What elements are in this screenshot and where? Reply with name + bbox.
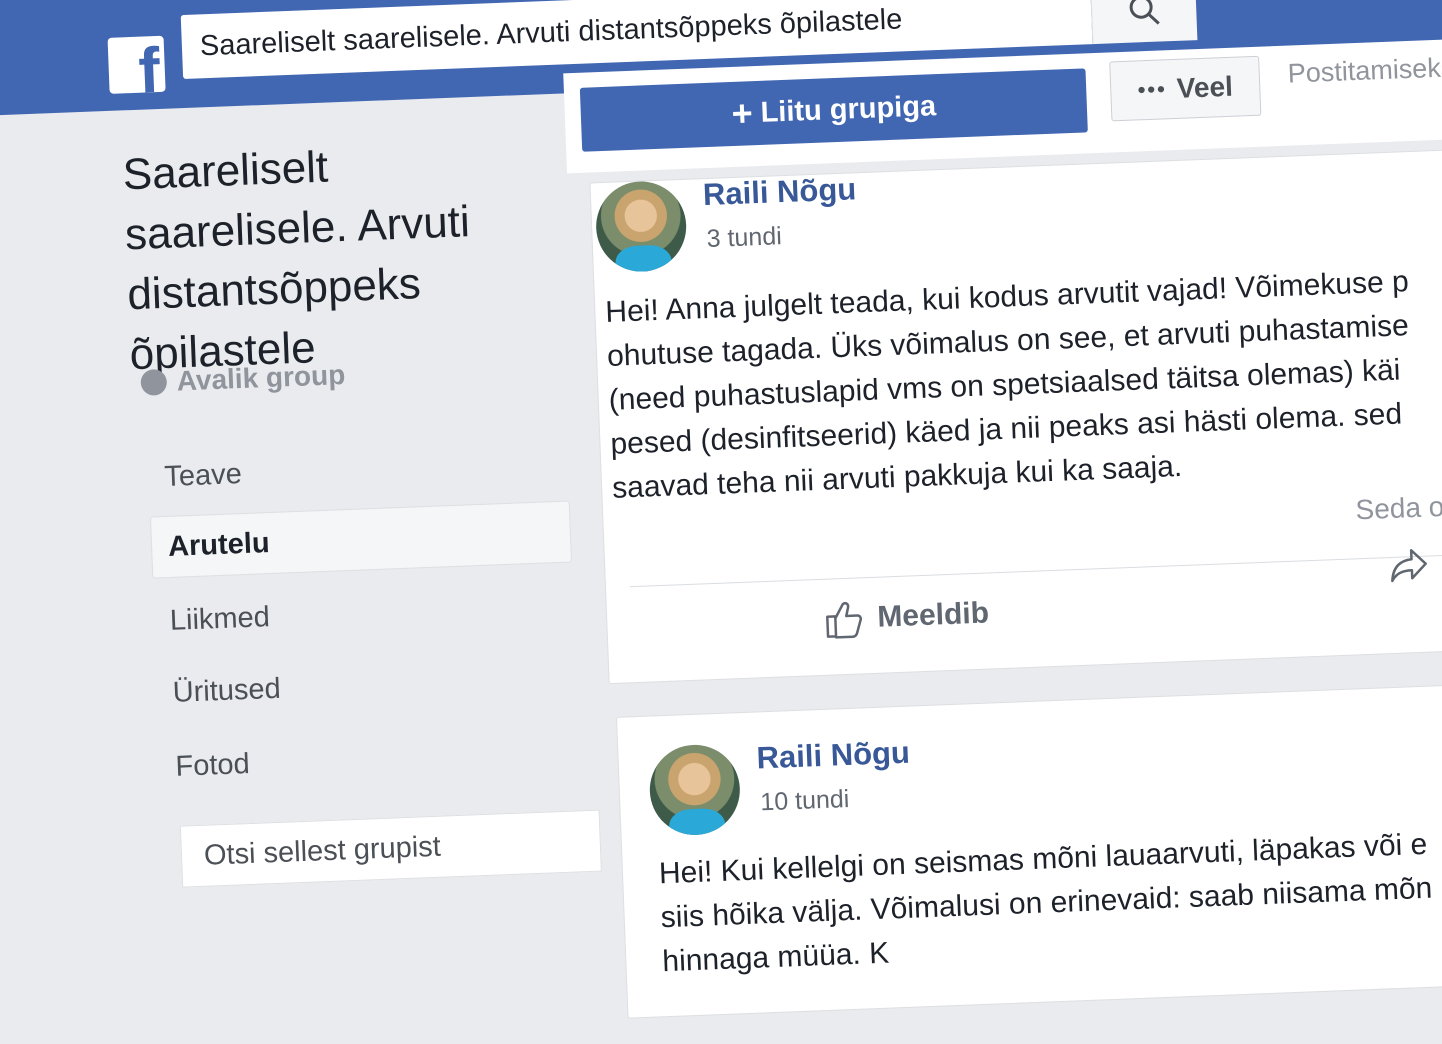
group-search-field[interactable] bbox=[179, 809, 602, 888]
plus-icon: + bbox=[730, 92, 754, 134]
thumbs-up-icon bbox=[826, 601, 863, 639]
sidebar-item-label: Üritused bbox=[172, 672, 282, 709]
feed-post: Raili Nõgu 10 tundi Hei! Kui kellelgi on… bbox=[615, 682, 1442, 1019]
facebook-logo-letter: f bbox=[137, 35, 162, 94]
group-privacy-label: Avalik group bbox=[176, 359, 346, 397]
share-arrow-icon bbox=[1391, 548, 1427, 583]
feed-post: Raili Nõgu 3 tundi Hei! Anna julgelt tea… bbox=[589, 147, 1442, 685]
post-text-line: hinnaga müüa. K bbox=[661, 936, 890, 979]
group-title: Saareliselt saarelisele. Arvuti distants… bbox=[121, 142, 471, 380]
group-search-input[interactable] bbox=[201, 823, 584, 874]
author-avatar[interactable] bbox=[648, 743, 742, 837]
post-divider bbox=[629, 552, 1442, 588]
page: f Saareliselt saarelisele. Arvuti distan… bbox=[0, 0, 1442, 1019]
posting-hint: Postitamiseks bbox=[1287, 52, 1442, 89]
share-button[interactable]: Ja bbox=[1387, 544, 1442, 585]
post-author[interactable]: Raili Nõgu bbox=[756, 735, 911, 777]
group-privacy: Avalik group bbox=[140, 359, 346, 399]
post-author[interactable]: Raili Nõgu bbox=[702, 171, 857, 213]
sidebar-item-label: Teave bbox=[163, 457, 243, 493]
globe-icon bbox=[140, 368, 168, 396]
like-button[interactable]: Meeldib bbox=[823, 593, 990, 641]
sidebar-item-label: Liikmed bbox=[169, 600, 271, 637]
sidebar-item-label: Arutelu bbox=[167, 526, 271, 563]
search-icon bbox=[1129, 0, 1160, 25]
sidebar-item-uritused[interactable]: Üritused bbox=[156, 646, 578, 724]
author-avatar[interactable] bbox=[594, 179, 688, 274]
sidebar-item-teave[interactable]: Teave bbox=[147, 431, 569, 509]
facebook-logo[interactable]: f bbox=[107, 35, 166, 94]
global-search-button[interactable] bbox=[1090, 0, 1198, 45]
seen-by-indicator[interactable]: Seda on bbox=[1355, 490, 1442, 526]
sidebar-item-liikmed[interactable]: Liikmed bbox=[153, 574, 575, 652]
like-label: Meeldib bbox=[876, 596, 990, 634]
more-dots-icon: ••• bbox=[1137, 76, 1168, 103]
sidebar-item-arutelu[interactable]: Arutelu bbox=[149, 500, 573, 579]
more-button[interactable]: ••• Veel bbox=[1109, 55, 1262, 122]
join-group-label: Liitu grupiga bbox=[759, 89, 937, 129]
sidebar-item-fotod[interactable]: Fotod bbox=[158, 720, 580, 798]
more-label: Veel bbox=[1176, 70, 1234, 104]
sidebar-item-label: Fotod bbox=[174, 747, 251, 783]
post-timestamp[interactable]: 10 tundi bbox=[760, 785, 850, 817]
post-timestamp[interactable]: 3 tundi bbox=[706, 222, 782, 254]
